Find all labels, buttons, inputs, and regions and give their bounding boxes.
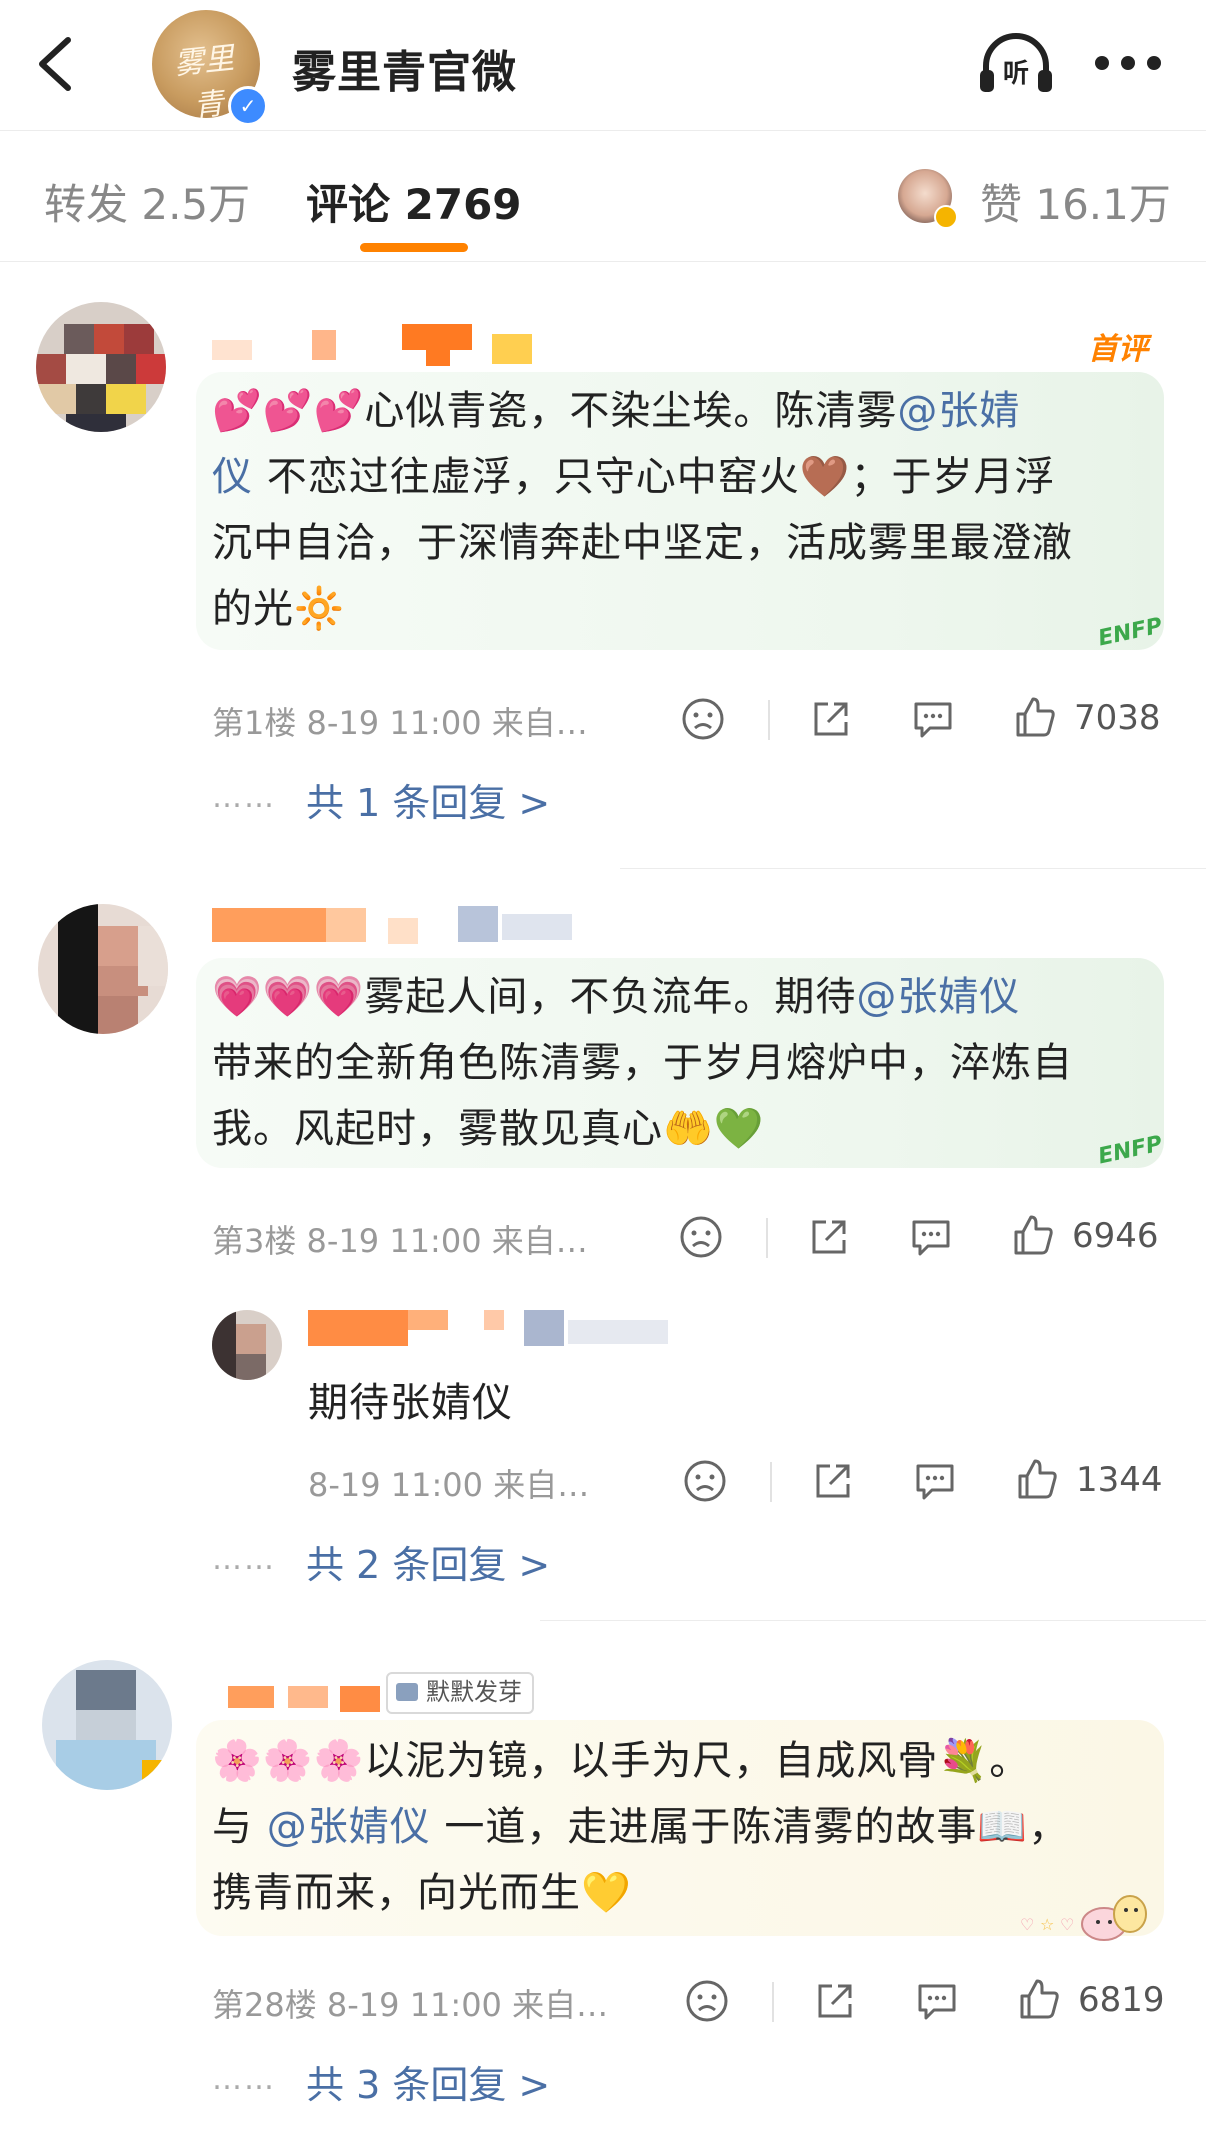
like-icon[interactable] — [1014, 1456, 1060, 1502]
share-icon[interactable] — [810, 1458, 856, 1504]
action-separator — [768, 700, 770, 740]
action-separator — [770, 1462, 772, 1502]
comment-text-line: 💕💕💕心似青瓷，不染尘埃。陈清雾@张婧 — [212, 388, 1021, 434]
reply-dots: …… — [212, 2062, 276, 2097]
active-tab-indicator — [360, 243, 468, 252]
view-replies-link[interactable]: 共 3 条回复 > — [306, 2054, 550, 2109]
mention-link[interactable]: @张婧 — [897, 388, 1020, 434]
comment-icon[interactable] — [912, 1458, 958, 1504]
reply-meta: 8-19 11:00 来自… — [308, 1466, 590, 1504]
reply-avatar[interactable] — [212, 1310, 282, 1380]
comment-text-line: 带来的全新角色陈清雾，于岁月熔炉中，淬炼自 — [212, 1040, 1073, 1086]
account-avatar[interactable]: 雾里青 ✓ — [152, 10, 268, 126]
comment-meta: 第28楼 8-19 11:00 来自… — [212, 1986, 609, 2024]
piggy-sticker-icon: ♡ ☆ ♡ — [1020, 1895, 1147, 1941]
dislike-icon[interactable] — [684, 1978, 730, 2024]
mention-link[interactable]: @张婧仪 — [856, 974, 1020, 1020]
svg-text:♡: ♡ — [1020, 1915, 1034, 1934]
like-icon[interactable] — [1010, 1212, 1056, 1258]
reply-dots: …… — [212, 1542, 276, 1577]
comment-meta: 第3楼 8-19 11:00 来自… — [212, 1222, 588, 1260]
tab-repost[interactable]: 转发 2.5万 — [44, 171, 250, 232]
comment-icon[interactable] — [910, 696, 956, 742]
tab-likes[interactable]: 赞 16.1万 — [980, 171, 1171, 232]
comment-text-line: 🌸🌸🌸以泥为镜，以手为尺，自成风骨💐。 — [212, 1738, 1031, 1784]
comment-text-line: 仪 不恋过往虚浮，只守心中窑火🤎；于岁月浮 — [212, 454, 1056, 500]
username-blurred[interactable] — [212, 324, 532, 366]
comment-text-line: 💗💗💗雾起人间，不负流年。期待@张婧仪 — [212, 974, 1021, 1020]
comment-icon[interactable] — [914, 1978, 960, 2024]
verified-icon: ✓ — [228, 86, 268, 126]
top-bar: 雾里青 ✓ 雾里青官微 听 — [0, 0, 1206, 131]
share-icon[interactable] — [806, 1214, 852, 1260]
like-count: 7038 — [1074, 698, 1161, 738]
sprout-icon — [396, 1683, 418, 1701]
reply-text: 期待张婧仪 — [308, 1380, 513, 1426]
reply-dots: …… — [212, 780, 276, 815]
tab-comments[interactable]: 评论 2769 — [306, 171, 522, 232]
commenter-avatar[interactable] — [36, 302, 166, 432]
mention-link[interactable]: 仪 — [212, 454, 253, 500]
account-name[interactable]: 雾里青官微 — [292, 36, 517, 100]
svg-text:♡: ♡ — [1060, 1915, 1074, 1934]
comment-text-line: 的光🔆 — [212, 586, 345, 632]
comment-text-line: 我。风起时，雾散见真心🤲💚 — [212, 1106, 765, 1152]
like-count: 1344 — [1076, 1460, 1163, 1500]
tab-bar: 转发 2.5万 评论 2769 赞 16.1万 — [0, 131, 1206, 262]
dislike-icon[interactable] — [678, 1214, 724, 1260]
like-icon[interactable] — [1012, 694, 1058, 740]
commenter-avatar[interactable] — [42, 1660, 172, 1790]
comment-text-line: 携青而来，向光而生💛 — [212, 1870, 632, 1916]
mention-link[interactable]: @张婧仪 — [267, 1804, 431, 1850]
comment-text-line: 与 @张婧仪 一道，走进属于陈清雾的故事📖， — [212, 1804, 1070, 1850]
comment-text-line: 沉中自洽，于深情奔赴中坚定，活成雾里最澄澈 — [212, 520, 1073, 566]
dislike-icon[interactable] — [682, 1458, 728, 1504]
like-icon[interactable] — [1016, 1976, 1062, 2022]
action-separator — [766, 1218, 768, 1258]
back-arrow-icon[interactable] — [30, 34, 80, 94]
comment-icon[interactable] — [908, 1214, 954, 1260]
comment-item: 首评 💕💕💕心似青瓷，不染尘埃。陈清雾@张婧 仪 不恋过往虚浮，只守心中窑火🤎；… — [0, 262, 1206, 862]
svg-text:☆: ☆ — [1040, 1915, 1054, 1934]
listen-icon[interactable]: 听 — [976, 32, 1056, 96]
action-separator — [772, 1982, 774, 2022]
share-icon[interactable] — [812, 1978, 858, 2024]
like-count: 6946 — [1072, 1216, 1159, 1256]
share-icon[interactable] — [808, 696, 854, 742]
username-blurred[interactable] — [212, 904, 572, 946]
user-tag-badge: 默默发芽 — [386, 1672, 534, 1714]
svg-text:听: 听 — [1003, 59, 1029, 89]
first-comment-badge: 首评 — [1088, 332, 1148, 367]
username-blurred[interactable] — [228, 1676, 398, 1718]
view-replies-link[interactable]: 共 1 条回复 > — [306, 772, 550, 827]
like-count: 6819 — [1078, 1980, 1165, 2020]
dislike-icon[interactable] — [680, 696, 726, 742]
comment-item: 默默发芽 🌸🌸🌸以泥为镜，以手为尺，自成风骨💐。 与 @张婧仪 一道，走进属于陈… — [0, 1620, 1206, 2130]
commenter-avatar[interactable] — [38, 904, 168, 1034]
reply-username-blurred[interactable] — [308, 1308, 668, 1350]
view-replies-link[interactable]: 共 2 条回复 > — [306, 1534, 550, 1589]
comment-meta: 第1楼 8-19 11:00 来自… — [212, 704, 588, 742]
comment-item: 💗💗💗雾起人间，不负流年。期待@张婧仪 带来的全新角色陈清雾，于岁月熔炉中，淬炼… — [0, 862, 1206, 1642]
more-options-icon[interactable] — [1095, 56, 1165, 72]
liker-verified-icon — [934, 205, 958, 229]
